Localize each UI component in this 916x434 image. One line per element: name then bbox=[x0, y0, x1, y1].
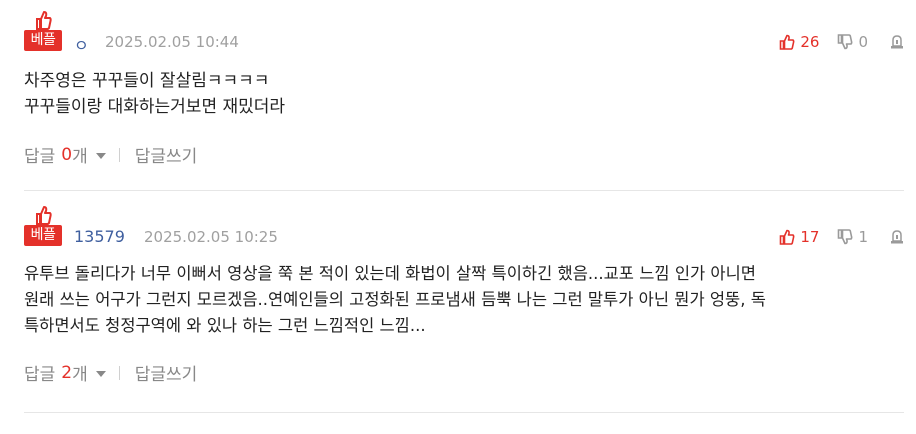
dislike-button[interactable]: 1 bbox=[837, 228, 868, 246]
divider bbox=[118, 365, 120, 380]
comment-line: 차주영은 꾸꾸들이 잘살림ㅋㅋㅋㅋ bbox=[24, 71, 270, 91]
thumbs-down-icon bbox=[838, 34, 853, 50]
nickname[interactable]: ㅇ bbox=[74, 32, 89, 56]
best-label: 베플 bbox=[24, 30, 62, 51]
reply-label: 답글 bbox=[24, 365, 56, 385]
report-icon bbox=[891, 230, 903, 244]
report-icon bbox=[891, 35, 903, 49]
like-count: 26 bbox=[800, 33, 820, 51]
reply-toggle[interactable]: 답글 0 개 bbox=[24, 142, 106, 167]
write-reply-button[interactable]: 답글쓰기 bbox=[135, 142, 198, 167]
comment-date: 2025.02.05 10:44 bbox=[105, 33, 239, 51]
vote-area: 17 1 bbox=[779, 227, 904, 247]
best-comment-badge: 베플 bbox=[24, 10, 62, 52]
dislike-button[interactable]: 0 bbox=[837, 33, 868, 51]
reply-count: 0 bbox=[61, 144, 73, 165]
comment-date: 2025.02.05 10:25 bbox=[144, 228, 278, 246]
comment-divider bbox=[24, 190, 904, 191]
reply-toggle[interactable]: 답글 2 개 bbox=[24, 360, 106, 385]
report-button[interactable] bbox=[890, 229, 904, 245]
comment-line: 꾸꾸들이랑 대화하는거보면 재밌더라 bbox=[24, 97, 286, 117]
best-comment-badge: 베플 bbox=[24, 205, 62, 247]
comment-item: 베플 13579 2025.02.05 10:25 17 1 유투브 돌리다가 … bbox=[24, 205, 904, 410]
reply-unit: 개 bbox=[72, 365, 88, 385]
best-thumb-icon bbox=[36, 11, 52, 30]
reply-label: 답글 bbox=[24, 147, 56, 167]
comment-body: 차주영은 꾸꾸들이 잘살림ㅋㅋㅋㅋ 꾸꾸들이랑 대화하는거보면 재밌더라 bbox=[24, 68, 894, 120]
thumbs-up-icon bbox=[780, 34, 795, 50]
chevron-down-icon bbox=[95, 152, 106, 159]
comment-line: 특하면서도 청정구역에 와 있나 하는 그런 느낌적인 느낌... bbox=[24, 316, 426, 335]
vote-area: 26 0 bbox=[779, 32, 904, 52]
report-button[interactable] bbox=[890, 34, 904, 50]
reply-count: 2 bbox=[61, 362, 73, 383]
comment-item: 베플 ㅇ 2025.02.05 10:44 26 0 차주영은 꾸꾸들이 잘살림… bbox=[24, 10, 904, 190]
comment-line: 유투브 돌리다가 너무 이뻐서 영상을 쭉 본 적이 있는데 화법이 살짝 특이… bbox=[24, 264, 756, 283]
dislike-count: 1 bbox=[858, 228, 868, 246]
best-label: 베플 bbox=[24, 225, 62, 246]
write-reply-button[interactable]: 답글쓰기 bbox=[135, 360, 198, 385]
reply-row: 답글 2 개 답글쓰기 bbox=[24, 360, 198, 386]
dislike-count: 0 bbox=[858, 33, 868, 51]
reply-unit: 개 bbox=[72, 147, 88, 167]
like-count: 17 bbox=[800, 228, 820, 246]
comment-divider bbox=[24, 412, 904, 413]
thumbs-up-icon bbox=[780, 229, 795, 245]
comment-line: 원래 쓰는 어구가 그런지 모르겠음..연예인들의 고정화된 프로냄새 듬뿍 나… bbox=[24, 290, 766, 309]
thumbs-down-icon bbox=[838, 229, 853, 245]
chevron-down-icon bbox=[95, 370, 106, 377]
nickname[interactable]: 13579 bbox=[74, 227, 125, 246]
reply-row: 답글 0 개 답글쓰기 bbox=[24, 142, 198, 168]
like-button[interactable]: 26 bbox=[779, 33, 819, 51]
divider bbox=[118, 147, 120, 162]
like-button[interactable]: 17 bbox=[779, 228, 819, 246]
best-thumb-icon bbox=[36, 206, 52, 225]
comment-body: 유투브 돌리다가 너무 이뻐서 영상을 쭉 본 적이 있는데 화법이 살짝 특이… bbox=[24, 261, 894, 339]
